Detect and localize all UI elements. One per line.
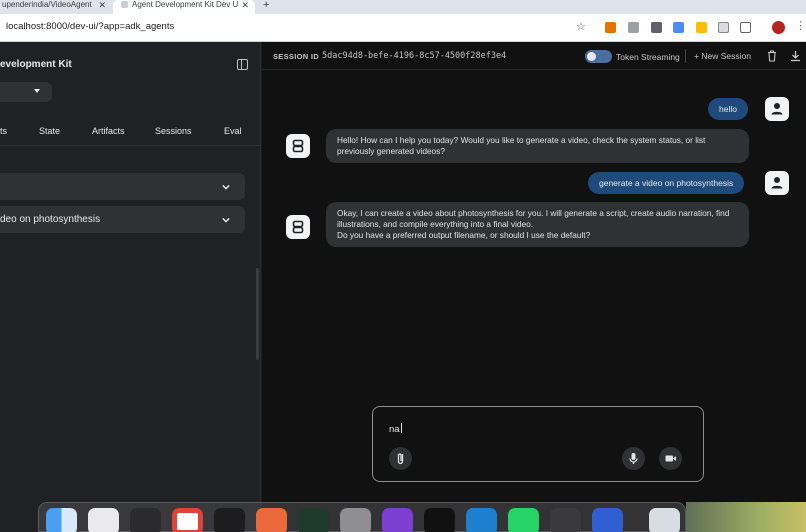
favicon-icon xyxy=(121,1,128,8)
tab-artifacts[interactable]: Artifacts xyxy=(92,126,125,136)
microphone-icon xyxy=(629,453,638,464)
session-id-label: SESSION ID xyxy=(273,52,319,61)
session-id-value: 5dac94d8-befe-4196-8c57-4500f28ef3e4 xyxy=(322,51,507,61)
extension-icon[interactable] xyxy=(605,22,616,33)
bookmark-star-icon[interactable]: ☆ xyxy=(576,20,586,33)
event-card[interactable] xyxy=(0,173,245,200)
kebab-menu-icon[interactable]: ⋮ xyxy=(795,19,806,32)
bot-avatar xyxy=(286,215,310,239)
dock-panel-icon[interactable] xyxy=(237,59,248,70)
person-icon xyxy=(771,103,783,115)
tab-events[interactable]: ts xyxy=(0,126,7,136)
macos-dock xyxy=(38,502,686,532)
whatsapp-icon[interactable] xyxy=(508,508,539,532)
message-input-value: na xyxy=(389,424,400,435)
browser-tabstrip: upenderindia/VideoAgent ✕ Agent Developm… xyxy=(0,0,806,14)
user-message-bubble: generate a video on photosynthesis xyxy=(588,172,745,194)
upwork-icon[interactable] xyxy=(424,508,455,532)
desktop-wallpaper xyxy=(686,502,806,532)
close-icon[interactable]: ✕ xyxy=(98,0,106,10)
chrome-icon[interactable] xyxy=(172,508,203,532)
videocam-icon xyxy=(665,455,676,462)
vscode-icon[interactable] xyxy=(466,508,497,532)
toggle-knob xyxy=(587,52,596,61)
address-bar: localhost:8000/dev-ui/?app=adk_agents ☆ … xyxy=(0,14,806,42)
caret-down-icon xyxy=(34,89,40,93)
tab-eval[interactable]: Eval xyxy=(224,126,242,136)
puzzle-extensions-icon[interactable] xyxy=(740,22,751,33)
chevron-down-icon xyxy=(222,217,230,223)
close-icon[interactable]: ✕ xyxy=(241,0,249,10)
user-avatar xyxy=(765,97,789,121)
trash-icon[interactable] xyxy=(767,50,777,62)
browser-tab-adk[interactable]: Agent Development Kit Dev U ✕ xyxy=(113,0,255,14)
tabs-divider xyxy=(0,145,261,146)
bot-message-bubble: Okay, I can create a video about photosy… xyxy=(326,202,749,247)
event-card[interactable]: deo on photosynthesis xyxy=(0,206,245,233)
chat-panel: SESSION ID 5dac94d8-befe-4196-8c57-4500f… xyxy=(262,42,806,532)
app-icon[interactable] xyxy=(550,508,581,532)
zoom-icon[interactable] xyxy=(592,508,623,532)
sidebar: evelopment Kit ts State Artifacts Sessio… xyxy=(0,42,261,532)
text-caret xyxy=(400,423,402,433)
extension-icon[interactable] xyxy=(718,22,729,33)
microphone-button[interactable] xyxy=(622,447,645,470)
tab-state[interactable]: State xyxy=(39,126,60,136)
browser-tab-videoagent[interactable]: upenderindia/VideoAgent ✕ xyxy=(0,0,112,14)
trash-bin-icon[interactable] xyxy=(649,508,680,532)
event-card-label: deo on photosynthesis xyxy=(0,214,101,225)
browser-tab-label: upenderindia/VideoAgent xyxy=(2,0,92,9)
token-streaming-toggle[interactable] xyxy=(585,50,612,63)
editor-app-icon[interactable] xyxy=(382,508,413,532)
camera-extension-icon[interactable] xyxy=(628,22,639,33)
extension-icon[interactable] xyxy=(651,22,662,33)
browser-tab-label: Agent Development Kit Dev U xyxy=(132,0,239,9)
tab-sessions[interactable]: Sessions xyxy=(155,126,192,136)
url-field[interactable]: localhost:8000/dev-ui/?app=adk_agents xyxy=(6,21,174,32)
new-session-button[interactable]: + New Session xyxy=(694,51,751,61)
session-topbar: SESSION ID 5dac94d8-befe-4196-8c57-4500f… xyxy=(262,42,806,70)
attach-button[interactable] xyxy=(389,447,412,470)
sidebar-title: evelopment Kit xyxy=(0,59,72,70)
extension-icon[interactable] xyxy=(673,22,684,33)
system-settings-icon[interactable] xyxy=(340,508,371,532)
camera-button[interactable] xyxy=(659,447,682,470)
message-input[interactable]: na xyxy=(389,423,402,435)
launchpad-icon[interactable] xyxy=(88,508,119,532)
person-icon xyxy=(771,177,783,189)
pen-app-icon[interactable] xyxy=(256,508,287,532)
paperclip-icon xyxy=(397,453,404,465)
robot-icon xyxy=(292,220,304,234)
new-tab-icon[interactable]: + xyxy=(263,0,269,11)
finder-icon[interactable] xyxy=(46,508,77,532)
bot-message-line: Okay, I can create a video about photosy… xyxy=(337,208,730,229)
sidebar-scrollbar[interactable] xyxy=(256,268,259,360)
extension-icon[interactable] xyxy=(696,22,707,33)
token-streaming-label: Token Streaming xyxy=(616,52,680,62)
bot-avatar xyxy=(286,134,310,158)
profile-avatar[interactable] xyxy=(772,21,785,34)
user-avatar xyxy=(765,171,789,195)
bot-message-line: Hello! How can I help you today? Would y… xyxy=(337,135,706,156)
app-select[interactable] xyxy=(0,82,52,102)
robot-icon xyxy=(292,139,304,153)
message-composer[interactable]: na xyxy=(372,406,704,482)
divider xyxy=(685,49,686,63)
user-message-bubble: hello xyxy=(708,98,748,120)
mongodb-icon[interactable] xyxy=(298,508,329,532)
terminal-icon[interactable] xyxy=(214,508,245,532)
final-cut-icon[interactable] xyxy=(130,508,161,532)
download-icon[interactable] xyxy=(790,50,801,62)
bot-message-line: Do you have a preferred output filename,… xyxy=(337,230,591,240)
chevron-down-icon xyxy=(222,184,230,190)
bot-message-bubble: Hello! How can I help you today? Would y… xyxy=(326,129,749,163)
